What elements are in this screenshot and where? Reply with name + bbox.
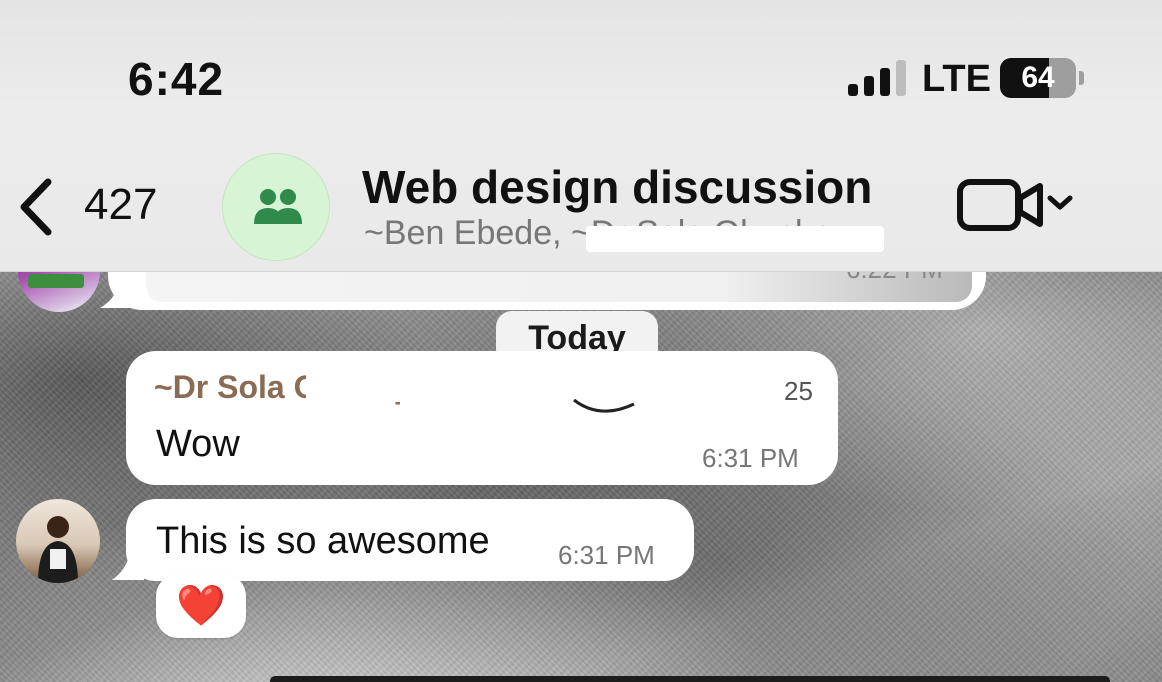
redaction-mark [306, 370, 776, 402]
message-text: Wow [156, 423, 240, 465]
redaction-mark [586, 226, 884, 252]
sender-avatar[interactable] [16, 499, 100, 583]
message-time: 6:31 PM [702, 443, 799, 473]
redaction-scribble [573, 398, 635, 413]
video-call-button[interactable] [956, 176, 1080, 236]
group-icon [254, 189, 302, 224]
group-avatar[interactable] [222, 153, 330, 261]
battery-tip [1079, 71, 1084, 85]
message-time: 6:31 PM [558, 540, 655, 570]
status-time: 6:42 [128, 53, 225, 105]
sender-phone: 25 [784, 376, 813, 406]
battery-level: 64 [1021, 61, 1055, 94]
back-chevron-icon[interactable] [16, 176, 56, 238]
top-bar: 6:42 LTE 64 427 Web design discussion ~B… [0, 0, 1162, 272]
message-text: This is so awesome [156, 520, 490, 562]
heart-icon: ❤️ [176, 584, 226, 628]
network-type: LTE [922, 58, 991, 100]
unread-count[interactable]: 427 [84, 180, 157, 230]
signal-strength-icon [848, 60, 908, 96]
battery-icon: 64 [1000, 58, 1076, 98]
input-bar-edge [270, 676, 1110, 682]
avatar-photo [38, 516, 78, 583]
heart-reaction[interactable]: ❤️ [156, 574, 246, 638]
chat-title[interactable]: Web design discussion [362, 160, 872, 214]
